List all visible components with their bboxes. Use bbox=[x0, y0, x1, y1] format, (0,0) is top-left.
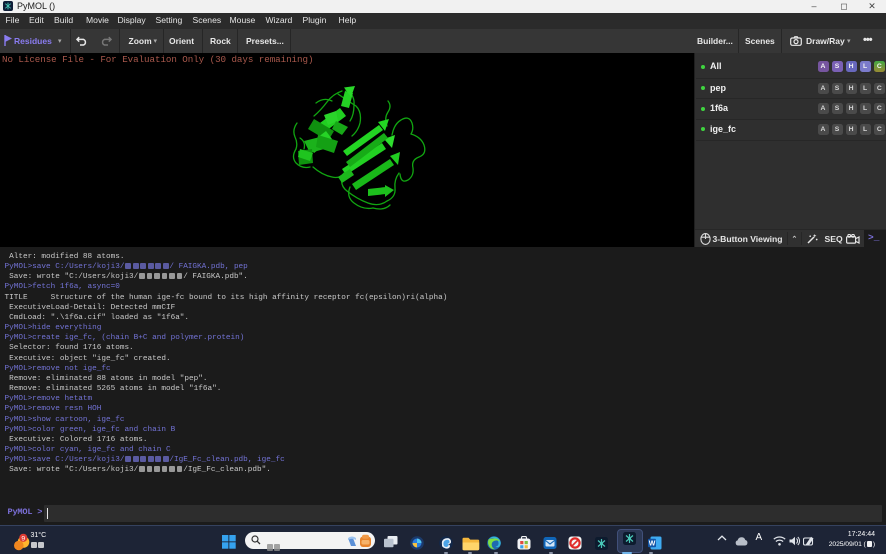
svg-text:W: W bbox=[649, 540, 656, 547]
svg-text:9: 9 bbox=[21, 535, 25, 542]
